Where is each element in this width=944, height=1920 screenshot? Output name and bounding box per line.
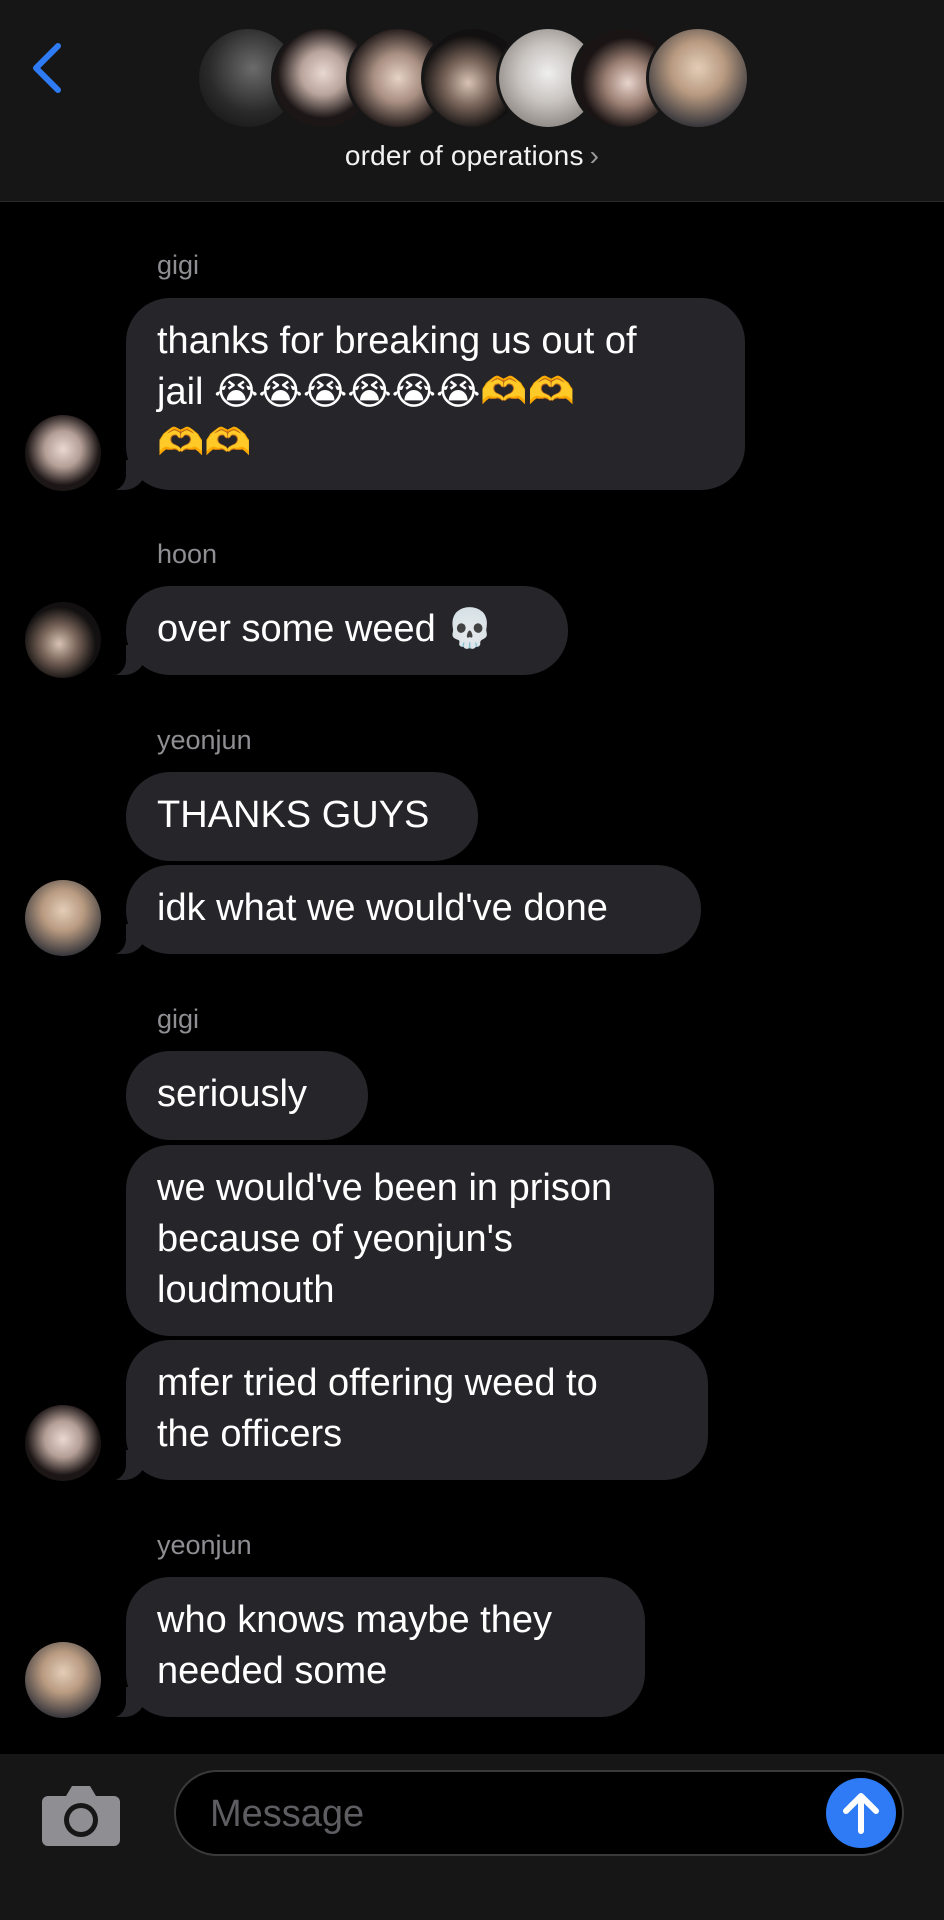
group-avatars[interactable] (196, 26, 750, 130)
arrow-up-icon (843, 1793, 879, 1834)
sender-name: yeonjun (157, 725, 252, 755)
sender-name: yeonjun (157, 1530, 252, 1560)
sender-name: hoon (157, 539, 218, 569)
compose-bar (0, 1754, 944, 1920)
sender-name: gigi (157, 250, 200, 280)
sender-avatar[interactable] (25, 415, 101, 491)
group-name-button[interactable]: order of operations › (0, 140, 944, 172)
message-input[interactable] (210, 1788, 790, 1840)
conversation-header: order of operations › (0, 0, 944, 202)
message-bubble[interactable]: over some weed 💀 (98, 586, 568, 676)
message-field[interactable] (174, 1770, 904, 1856)
message-bubble[interactable]: who knows maybe they needed some (98, 1577, 645, 1718)
sender-avatar[interactable] (25, 602, 101, 678)
message-thread[interactable]: gigi thanks for breaking us out of jail … (0, 202, 944, 1754)
message-bubble[interactable]: seriously (126, 1051, 368, 1140)
message-bubble[interactable]: thanks for breaking us out of jail 😭😭😭😭😭… (98, 298, 745, 491)
send-button[interactable] (826, 1778, 896, 1848)
message-bubble[interactable]: THANKS GUYS (126, 772, 478, 861)
sender-name: gigi (157, 1004, 200, 1034)
camera-icon[interactable] (40, 1782, 122, 1848)
message-bubble[interactable]: idk what we would've done (98, 865, 701, 955)
sender-avatar[interactable] (25, 1405, 101, 1481)
sender-avatar[interactable] (25, 1642, 101, 1718)
message-bubble[interactable]: mfer tried offering weed to the officers (98, 1340, 708, 1481)
chevron-right-icon: › (589, 140, 600, 171)
group-name: order of operations (344, 140, 584, 171)
chevron-left-icon[interactable] (26, 38, 70, 98)
sender-avatar[interactable] (25, 880, 101, 956)
member-avatar (646, 26, 750, 130)
message-bubble[interactable]: we would've been in prison because of ye… (126, 1145, 714, 1336)
